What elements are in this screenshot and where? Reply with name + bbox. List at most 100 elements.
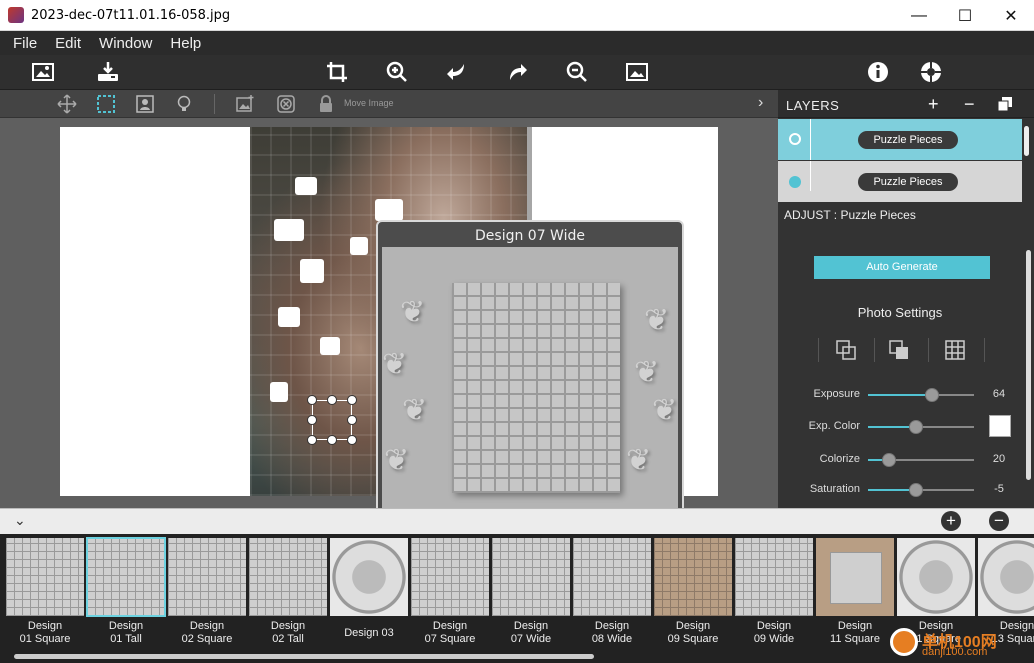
- collapse-panel-button[interactable]: ›: [758, 94, 763, 112]
- design-label-line2: 07 Wide: [510, 633, 552, 645]
- design-thumbnail[interactable]: [978, 538, 1034, 616]
- design-thumbnail[interactable]: [897, 538, 975, 616]
- menu-help[interactable]: Help: [161, 35, 210, 52]
- zoom-out-button[interactable]: [563, 59, 591, 85]
- slider-knob[interactable]: [924, 388, 939, 402]
- design-thumbnail[interactable]: [573, 538, 651, 616]
- strip-scrollbar[interactable]: [14, 654, 594, 659]
- design-thumbnail[interactable]: [6, 538, 84, 616]
- exp-color-slider[interactable]: [868, 420, 974, 434]
- puzzle-grid-preview: [452, 283, 620, 493]
- resize-handle[interactable]: [327, 435, 337, 445]
- auto-generate-button[interactable]: Auto Generate: [814, 256, 990, 279]
- resize-handle[interactable]: [347, 395, 357, 405]
- site-watermark: 单机100网 danji100.com: [886, 624, 1034, 660]
- remove-layer-button[interactable]: −: [964, 94, 975, 115]
- settings-divider: [984, 338, 985, 362]
- design-thumbnail[interactable]: [249, 538, 327, 616]
- add-image-button[interactable]: [234, 93, 256, 115]
- redo-button[interactable]: [503, 59, 531, 85]
- puzzle-piece: [320, 337, 340, 355]
- puzzle-piece: [350, 237, 368, 255]
- resize-handle[interactable]: [347, 415, 357, 425]
- design-thumbnail[interactable]: [492, 538, 570, 616]
- design-thumbnail[interactable]: [86, 537, 166, 617]
- butterfly-icon: ❦: [626, 444, 652, 477]
- image-select-button[interactable]: [134, 93, 156, 115]
- zoom-in-icon: [386, 61, 407, 82]
- saturation-label: Saturation: [809, 483, 860, 495]
- save-button[interactable]: [94, 59, 122, 85]
- send-backward-button[interactable]: [886, 338, 912, 362]
- design-label-line2: 01 Tall: [110, 633, 142, 645]
- open-image-button[interactable]: [29, 59, 57, 85]
- settings-divider: [818, 338, 819, 362]
- settings-button[interactable]: [917, 59, 945, 85]
- resize-handle[interactable]: [307, 395, 317, 405]
- toolbar-divider: [214, 94, 215, 114]
- undo-button[interactable]: [443, 59, 471, 85]
- adjust-scrollbar[interactable]: [1026, 250, 1031, 480]
- resize-handle[interactable]: [307, 435, 317, 445]
- remove-image-button[interactable]: [275, 93, 297, 115]
- menu-file[interactable]: File: [4, 35, 46, 52]
- slider-knob[interactable]: [882, 453, 897, 467]
- saturation-slider[interactable]: [868, 483, 974, 497]
- select-tool-button[interactable]: [95, 93, 117, 115]
- lock-button[interactable]: [315, 93, 337, 115]
- layer-item[interactable]: Puzzle Pieces: [778, 161, 1022, 202]
- layer-item[interactable]: Puzzle Pieces: [778, 119, 1022, 160]
- layers-scrollbar[interactable]: [1024, 126, 1029, 156]
- app-logo-icon: [8, 7, 24, 23]
- move-tool-button[interactable]: [56, 93, 78, 115]
- colorize-slider[interactable]: [868, 453, 974, 467]
- grid-button[interactable]: [942, 338, 968, 362]
- move-image-label: Move Image: [344, 98, 394, 108]
- slider-knob[interactable]: [908, 420, 923, 434]
- image-icon: [32, 63, 54, 81]
- design-thumbnail[interactable]: [330, 538, 408, 616]
- maximize-button[interactable]: ☐: [942, 0, 988, 31]
- menu-edit[interactable]: Edit: [46, 35, 90, 52]
- zoom-in-button[interactable]: [383, 59, 411, 85]
- close-button[interactable]: ✕: [988, 0, 1034, 31]
- minimize-button[interactable]: —: [896, 0, 942, 31]
- resize-handle[interactable]: [347, 435, 357, 445]
- design-thumbnail[interactable]: [735, 538, 813, 616]
- add-image-icon: [236, 95, 254, 112]
- butterfly-icon: ❦: [652, 394, 678, 427]
- design-label-line1: Design 03: [344, 627, 394, 639]
- design-thumbnail[interactable]: [411, 538, 489, 616]
- layer-visibility-toggle[interactable]: [789, 133, 801, 145]
- design-label-line2: 02 Tall: [272, 633, 304, 645]
- bring-forward-button[interactable]: [833, 338, 859, 362]
- fit-image-button[interactable]: [623, 59, 651, 85]
- info-button[interactable]: [864, 59, 892, 85]
- design-thumbnail[interactable]: [816, 538, 894, 616]
- layer-visibility-toggle[interactable]: [789, 176, 801, 188]
- colorize-value: 20: [992, 453, 1006, 465]
- butterfly-icon: ❦: [634, 356, 660, 389]
- butterfly-icon: ❦: [644, 304, 670, 337]
- title-bar: 2023-dec-07t11.01.16-058.jpg — ☐ ✕: [0, 0, 1034, 31]
- design-thumbnail[interactable]: [168, 538, 246, 616]
- strip-zoom-out-button[interactable]: −: [989, 511, 1009, 531]
- exp-color-swatch[interactable]: [989, 415, 1011, 437]
- collapse-strip-button[interactable]: ⌄: [14, 512, 26, 529]
- resize-handle[interactable]: [307, 415, 317, 425]
- adjust-title: ADJUST : Puzzle Pieces: [784, 208, 916, 222]
- add-layer-button[interactable]: +: [928, 94, 939, 115]
- design-label-line1: Design: [432, 620, 468, 632]
- hint-button[interactable]: [173, 93, 195, 115]
- duplicate-layer-icon[interactable]: [998, 97, 1012, 111]
- slider-knob[interactable]: [908, 483, 923, 497]
- move-arrows-icon: [57, 94, 77, 114]
- resize-handle[interactable]: [327, 395, 337, 405]
- crop-button[interactable]: [323, 59, 351, 85]
- design-thumbnail[interactable]: [654, 538, 732, 616]
- strip-zoom-in-button[interactable]: +: [941, 511, 961, 531]
- exposure-slider[interactable]: [868, 388, 974, 402]
- selection-frame[interactable]: [312, 400, 352, 440]
- menu-window[interactable]: Window: [90, 35, 161, 52]
- design-label-line1: Design: [189, 620, 225, 632]
